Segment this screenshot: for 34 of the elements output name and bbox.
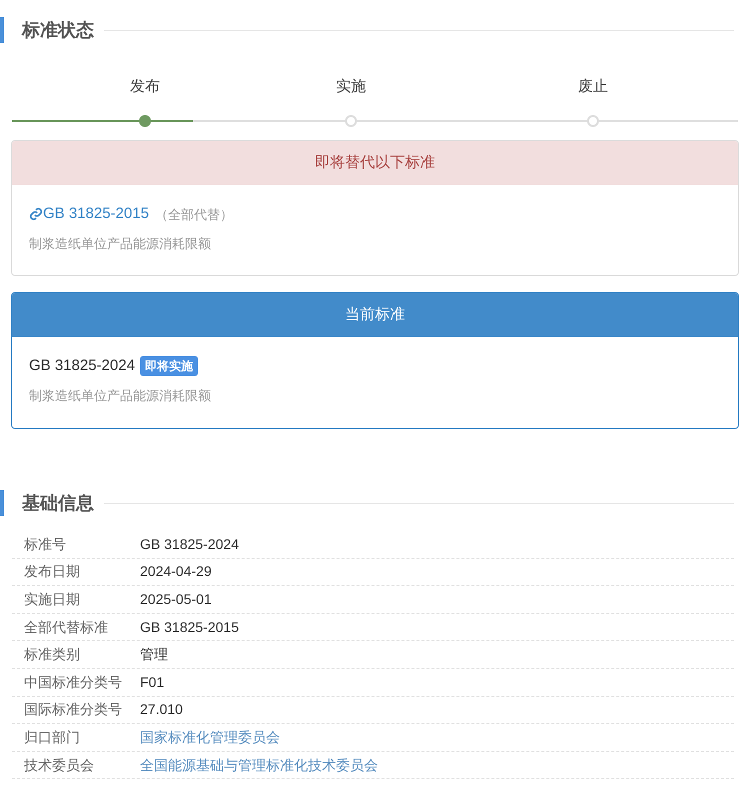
- field-label: 技术委员会: [23, 756, 95, 775]
- field-value: 2025-05-01: [140, 590, 212, 609]
- status-badge: 即将实施: [140, 356, 198, 376]
- heading-accent-bar: [0, 17, 4, 43]
- field-label: 标准号: [23, 534, 67, 554]
- field-value: GB 31825-2024: [140, 534, 239, 554]
- section-title: 标准状态: [22, 18, 94, 42]
- card-header: 即将替代以下标准: [12, 141, 738, 185]
- link-icon: [29, 207, 43, 222]
- field-label: 中国标准分类号: [23, 672, 123, 692]
- field-label: 全部代替标准: [23, 618, 109, 637]
- replacement-note: （全部代替）: [154, 206, 233, 224]
- step-label: 实施: [336, 77, 366, 97]
- field-label: 实施日期: [23, 590, 81, 609]
- step-label: 废止: [578, 77, 608, 97]
- standard-code: GB 31825-2024: [29, 356, 135, 376]
- field-link[interactable]: 国家标准化管理委员会: [140, 726, 280, 748]
- field-value: 2024-04-29: [140, 562, 212, 582]
- standard-name: 制浆造纸单位产品能源消耗限额: [29, 234, 212, 252]
- field-link[interactable]: 全国能源基础与管理标准化技术委员会: [140, 754, 378, 776]
- field-value: GB 31825-2015: [140, 618, 239, 637]
- field-value: 管理: [140, 645, 168, 664]
- heading-accent-bar: [0, 490, 4, 516]
- field-label: 归口部门: [23, 728, 81, 747]
- field-value: F01: [140, 672, 164, 692]
- section-title: 基础信息: [22, 492, 94, 514]
- field-value: 27.010: [140, 700, 183, 720]
- field-label: 国际标准分类号: [23, 700, 123, 720]
- field-label: 标准类别: [23, 645, 81, 664]
- card-header: 当前标准: [12, 293, 738, 337]
- standard-name: 制浆造纸单位产品能源消耗限额: [29, 386, 212, 404]
- field-label: 发布日期: [23, 562, 81, 582]
- step-label: 发布: [130, 77, 160, 97]
- standard-link[interactable]: GB 31825-2015: [29, 203, 149, 226]
